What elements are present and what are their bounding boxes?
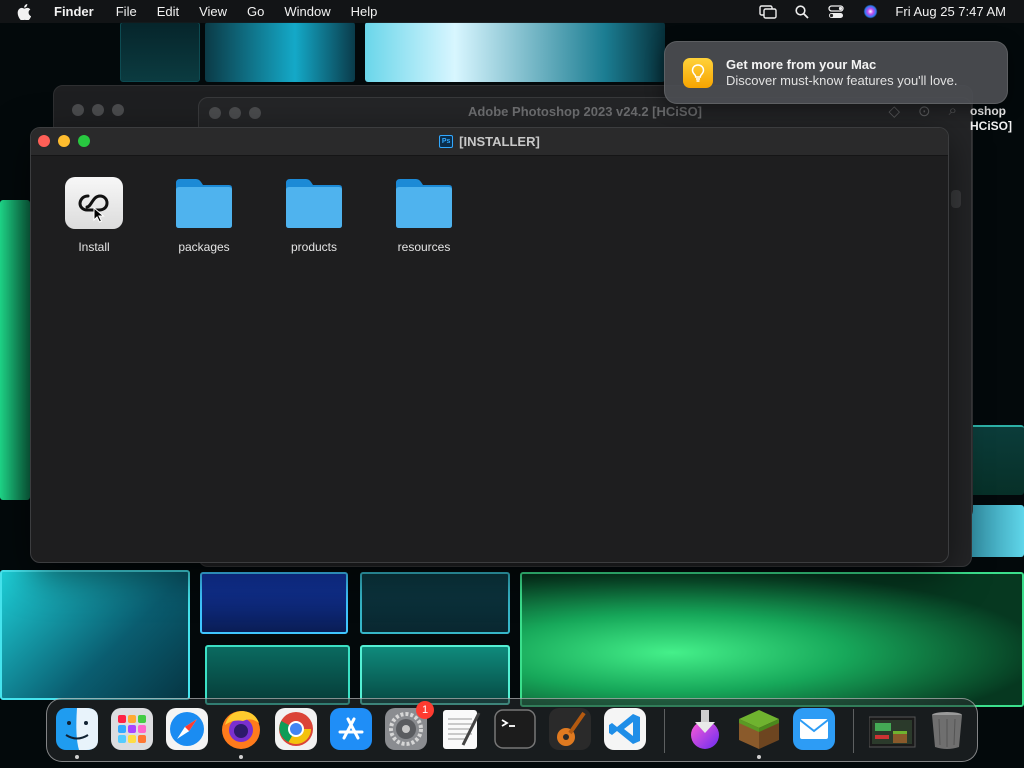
wallpaper-tile: [360, 572, 510, 634]
file-item-install[interactable]: Install: [44, 176, 144, 254]
screen-mirroring-icon[interactable]: [759, 4, 778, 20]
close-button[interactable]: [72, 104, 84, 116]
lightbulb-icon: [683, 57, 713, 88]
finder-file-area[interactable]: Install packages products resources: [31, 156, 948, 562]
mouse-cursor-icon: [93, 207, 105, 223]
folder-item-packages[interactable]: packages: [154, 176, 254, 254]
notification-banner[interactable]: Get more from your Mac Discover must-kno…: [664, 41, 1008, 104]
folder-icon[interactable]: [174, 176, 234, 230]
dock-downloader-icon[interactable]: [683, 707, 727, 751]
window-title-fragment: oshop HCiSO]: [970, 104, 1020, 134]
notification-title: Get more from your Mac: [726, 57, 877, 72]
menu-bar: Finder File Edit View Go Window Help Fri…: [0, 0, 1024, 23]
scrollbar-thumb[interactable]: [951, 190, 961, 208]
wallpaper-tile: [365, 22, 665, 82]
title-fragment-line: oshop: [970, 104, 1006, 118]
dock-separator: [664, 709, 665, 753]
creative-cloud-installer-icon[interactable]: [64, 176, 124, 230]
menu-status-area: Fri Aug 25 7:47 AM: [759, 0, 1006, 23]
window-controls: [72, 104, 124, 116]
wallpaper-tile: [200, 572, 348, 634]
dock-garageband-icon[interactable]: [548, 707, 592, 751]
menu-clock[interactable]: Fri Aug 25 7:47 AM: [895, 4, 1006, 19]
dock-recent-document-icon[interactable]: [868, 707, 916, 751]
dock-terminal-icon[interactable]: [493, 707, 537, 751]
dock-mail-icon[interactable]: [792, 707, 836, 751]
menu-file[interactable]: File: [116, 4, 137, 19]
wallpaper-tile: [205, 22, 355, 82]
dock-app-store-icon[interactable]: [329, 707, 373, 751]
folder-icon[interactable]: [394, 176, 454, 230]
wallpaper-tile: [205, 645, 350, 705]
dock-launchpad-icon[interactable]: [110, 707, 154, 751]
wallpaper-tile: [120, 22, 200, 82]
file-label: products: [290, 240, 338, 254]
dock-firefox-icon[interactable]: [219, 707, 263, 759]
apple-logo-icon[interactable]: [17, 3, 35, 20]
tag-icon[interactable]: ◇: [888, 102, 900, 120]
wallpaper-tile: [360, 645, 510, 705]
running-indicator: [757, 755, 761, 759]
title-fragment-line: HCiSO]: [970, 119, 1012, 133]
more-actions-icon[interactable]: ⊙: [918, 102, 931, 120]
spotlight-search-icon[interactable]: [793, 4, 811, 20]
notification-body: Discover must-know features you'll love.: [726, 73, 958, 88]
folder-item-resources[interactable]: resources: [374, 176, 474, 254]
window-titlebar[interactable]: Ps [INSTALLER]: [31, 128, 948, 156]
window-title: Adobe Photoshop 2023 v24.2 [HCiSO]: [467, 104, 703, 119]
dock-minecraft-icon[interactable]: [737, 707, 781, 759]
wallpaper-tile: [520, 572, 1024, 707]
notification-badge: 1: [416, 701, 434, 719]
notification-text: Get more from your Mac Discover must-kno…: [726, 57, 958, 88]
folder-icon[interactable]: [284, 176, 344, 230]
menu-help[interactable]: Help: [351, 4, 378, 19]
dock: 1: [46, 698, 978, 762]
window-title-text: [INSTALLER]: [459, 134, 540, 149]
dock-finder-icon[interactable]: [55, 707, 99, 759]
dock-trash-icon[interactable]: [925, 707, 969, 751]
dock-separator: [853, 709, 854, 753]
wallpaper-tile: [0, 200, 30, 500]
file-label: packages: [178, 240, 230, 254]
file-label: Install: [78, 240, 110, 254]
search-icon[interactable]: ⌕: [949, 102, 957, 120]
photoshop-file-icon: Ps: [439, 135, 454, 148]
menu-edit[interactable]: Edit: [157, 4, 179, 19]
window-toolbar: ◇ ⊙ ⌕: [888, 102, 957, 120]
menu-view[interactable]: View: [199, 4, 227, 19]
window-title: Ps [INSTALLER]: [31, 134, 948, 149]
dock-textedit-icon[interactable]: [439, 707, 483, 751]
file-label: resources: [397, 240, 451, 254]
control-center-icon[interactable]: [827, 4, 845, 20]
running-indicator: [239, 755, 243, 759]
dock-safari-icon[interactable]: [165, 707, 209, 751]
running-indicator: [75, 755, 79, 759]
folder-item-products[interactable]: products: [264, 176, 364, 254]
minimize-button[interactable]: [92, 104, 104, 116]
dock-chrome-icon[interactable]: [274, 707, 318, 751]
wallpaper-tile: [0, 570, 190, 700]
dock-system-settings-icon[interactable]: 1: [384, 701, 434, 751]
menu-app-name[interactable]: Finder: [54, 4, 94, 19]
finder-window[interactable]: Ps [INSTALLER] Install packages products…: [30, 127, 949, 563]
wallpaper-tile: [970, 425, 1024, 495]
siri-icon[interactable]: [861, 4, 879, 20]
menu-go[interactable]: Go: [247, 4, 264, 19]
zoom-button[interactable]: [112, 104, 124, 116]
dock-vscode-icon[interactable]: [603, 707, 647, 751]
menu-window[interactable]: Window: [284, 4, 330, 19]
